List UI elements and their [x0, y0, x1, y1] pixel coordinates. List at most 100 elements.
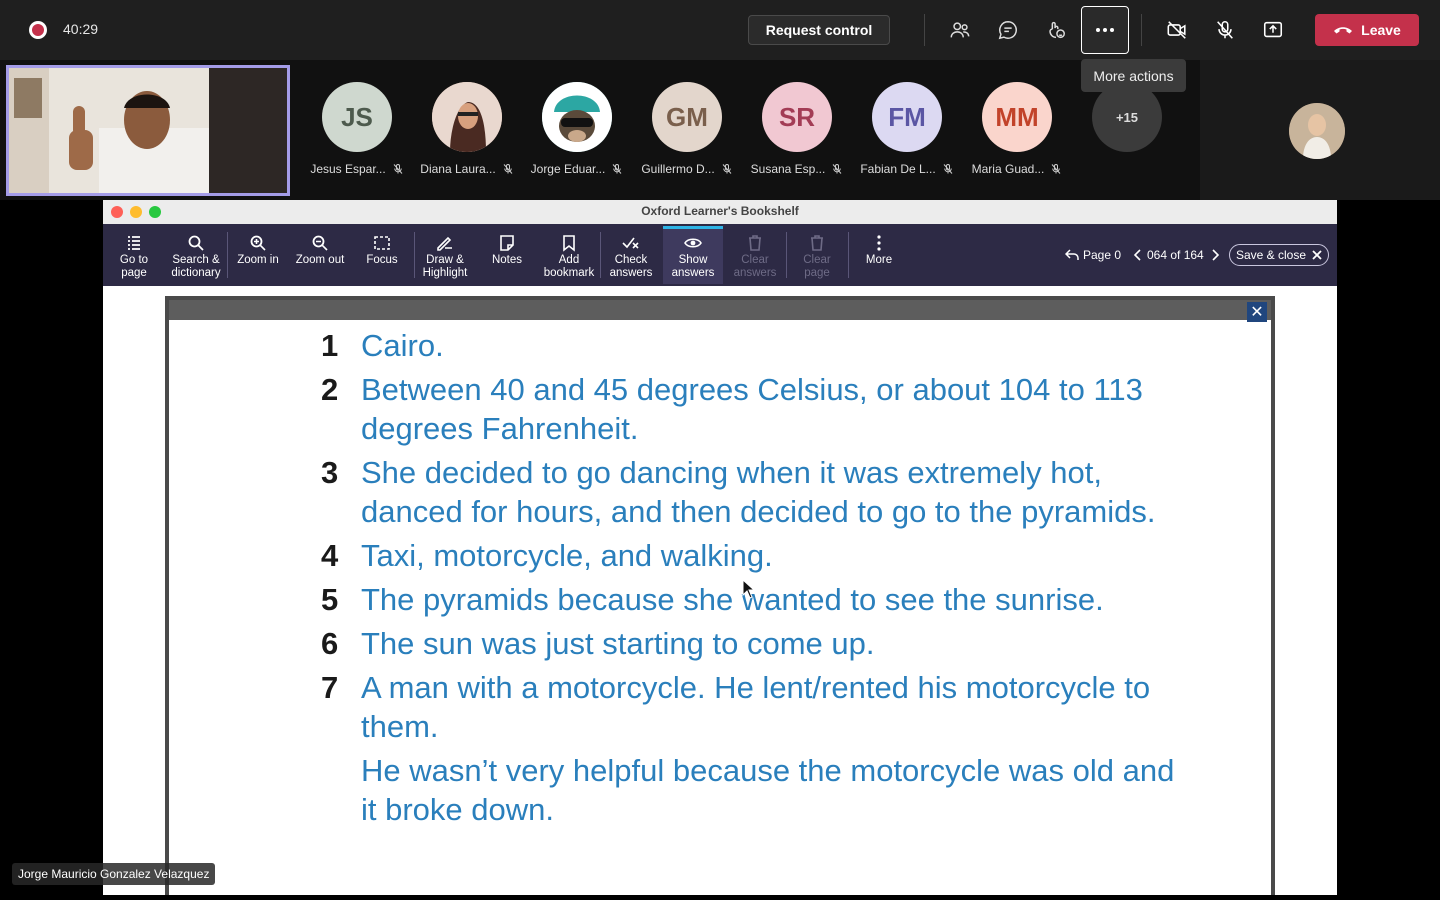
focus-button[interactable]: Focus: [352, 226, 412, 284]
check-icon: [622, 237, 639, 249]
speaker-name-label: Jorge Mauricio Gonzalez Velazquez: [12, 863, 216, 885]
focus-icon: [374, 236, 390, 250]
notes-button[interactable]: Notes: [477, 226, 537, 284]
answer-panel-header: [169, 300, 1271, 320]
participant-tile[interactable]: JS Jesus Espar...: [302, 82, 412, 182]
toolbar-divider: [1141, 14, 1142, 46]
participant-name: Maria Guad...: [971, 162, 1045, 176]
toolbar-divider: [924, 14, 925, 46]
avatar: [542, 82, 612, 152]
list-item: 3 She decided to go dancing when it was e…: [321, 455, 1156, 529]
list-icon: [128, 236, 140, 250]
avatar-photo: [542, 82, 612, 152]
mic-off-icon: [832, 164, 842, 174]
speaker-video-thumbnail[interactable]: [6, 65, 290, 196]
mic-off-icon[interactable]: [1209, 14, 1241, 46]
zoom-out-icon: [312, 235, 328, 251]
page-label: Page 0: [1083, 248, 1122, 262]
avatar: SR: [762, 82, 832, 152]
close-icon: [1312, 250, 1322, 260]
participant-name: Fabian De L...: [860, 162, 936, 176]
chevron-left-icon[interactable]: [1133, 249, 1143, 261]
participant-tile[interactable]: Jorge Eduar...: [522, 82, 632, 182]
camera-off-icon[interactable]: [1161, 14, 1193, 46]
avatar: JS: [322, 82, 392, 152]
search-icon: [188, 235, 204, 251]
back-arrow-icon: [1065, 249, 1079, 260]
more-participants-button[interactable]: +15: [1092, 82, 1162, 152]
close-icon[interactable]: ✕: [1247, 302, 1267, 322]
more-button[interactable]: More: [849, 226, 909, 284]
page-position[interactable]: 064 of 164: [1147, 248, 1204, 262]
avatar: MM: [982, 82, 1052, 152]
more-actions-tooltip: More actions: [1081, 59, 1186, 92]
mic-off-icon: [393, 164, 403, 174]
participant-name: Jesus Espar...: [310, 162, 386, 176]
leave-label: Leave: [1361, 22, 1401, 38]
answer-key-panel: ✕ 1 Cairo. 2 Between 40 and 45 degrees Cel…: [165, 296, 1275, 895]
chevron-right-icon[interactable]: [1210, 249, 1220, 261]
share-icon[interactable]: [1257, 14, 1289, 46]
own-avatar[interactable]: [1289, 103, 1345, 159]
more-actions-button[interactable]: [1081, 6, 1129, 54]
mic-off-icon: [722, 164, 732, 174]
participant-tile[interactable]: Diana Laura...: [412, 82, 522, 182]
mouse-cursor-icon: [742, 579, 756, 599]
note-icon: [500, 235, 514, 251]
clear-page-button[interactable]: Clear page: [787, 226, 847, 284]
list-item: 1 Cairo.: [321, 328, 444, 363]
participant-tile[interactable]: MM Maria Guad...: [962, 82, 1072, 182]
pen-icon: [437, 236, 452, 251]
participant-name: Diana Laura...: [420, 162, 496, 176]
list-item: 2 Between 40 and 45 degrees Celsius, or a…: [321, 372, 1143, 446]
list-item: 7A man with a motorcycle. He lent/rented…: [321, 670, 1151, 744]
shared-screen: Oxford Learner's Bookshelf Go to page Sea…: [103, 200, 1337, 895]
window-titlebar: Oxford Learner's Bookshelf: [103, 200, 1337, 225]
trash-icon: [749, 235, 761, 251]
participant-name: Guillermo D...: [641, 162, 715, 176]
save-close-button[interactable]: Save & close: [1229, 244, 1329, 266]
mic-off-icon: [503, 164, 513, 174]
bookmark-icon: [563, 235, 575, 252]
search-dictionary-button[interactable]: Search & dictionary: [166, 226, 226, 284]
go-to-page-button[interactable]: Go to page: [104, 226, 164, 284]
avatar: FM: [872, 82, 942, 152]
meeting-toolbar: 40:29 Request control Leave: [0, 0, 1440, 60]
zoom-in-button[interactable]: Zoom in: [228, 226, 288, 284]
participant-tile[interactable]: GM Guillermo D...: [632, 82, 742, 182]
check-answers-button[interactable]: Check answers: [601, 226, 661, 284]
leave-button[interactable]: Leave: [1315, 14, 1419, 46]
reactions-icon[interactable]: [1040, 14, 1072, 46]
add-bookmark-button[interactable]: Add bookmark: [539, 226, 599, 284]
avatar-photo: [432, 82, 502, 152]
meeting-timer: 40:29: [63, 21, 99, 37]
speaker-video-image: [9, 68, 287, 193]
chat-icon[interactable]: [992, 14, 1024, 46]
recording-icon: [29, 21, 47, 39]
avatar: GM: [652, 82, 722, 152]
answer-continuation: He wasn’t very helpful because the motor…: [361, 753, 1175, 827]
people-icon[interactable]: [944, 14, 976, 46]
window-title: Oxford Learner's Bookshelf: [641, 204, 799, 218]
participant-tile[interactable]: FM Fabian De L...: [852, 82, 962, 182]
mic-off-icon: [943, 164, 953, 174]
participant-name: Susana Esp...: [750, 162, 826, 176]
more-actions-icon: [1096, 28, 1114, 32]
show-answers-button[interactable]: Show answers: [663, 226, 723, 284]
avatar-photo: [1289, 103, 1345, 159]
back-to-page-button[interactable]: Page 0: [1065, 224, 1121, 286]
mic-off-icon: [612, 164, 622, 174]
avatar: [432, 82, 502, 152]
participant-name: Jorge Eduar...: [530, 162, 606, 176]
draw-highlight-button[interactable]: Draw & Highlight: [415, 226, 475, 284]
list-item: 6 The sun was just starting to come up.: [321, 626, 875, 661]
request-control-button[interactable]: Request control: [748, 15, 890, 45]
trash-icon: [811, 235, 823, 251]
list-item: 4 Taxi, motorcycle, and walking.: [321, 538, 773, 573]
clear-answers-button[interactable]: Clear answers: [725, 226, 785, 284]
zoom-out-button[interactable]: Zoom out: [290, 226, 350, 284]
vertical-dots-icon: [877, 235, 881, 251]
save-close-label: Save & close: [1235, 248, 1307, 262]
eye-icon: [684, 238, 702, 248]
participant-tile[interactable]: SR Susana Esp...: [742, 82, 852, 182]
